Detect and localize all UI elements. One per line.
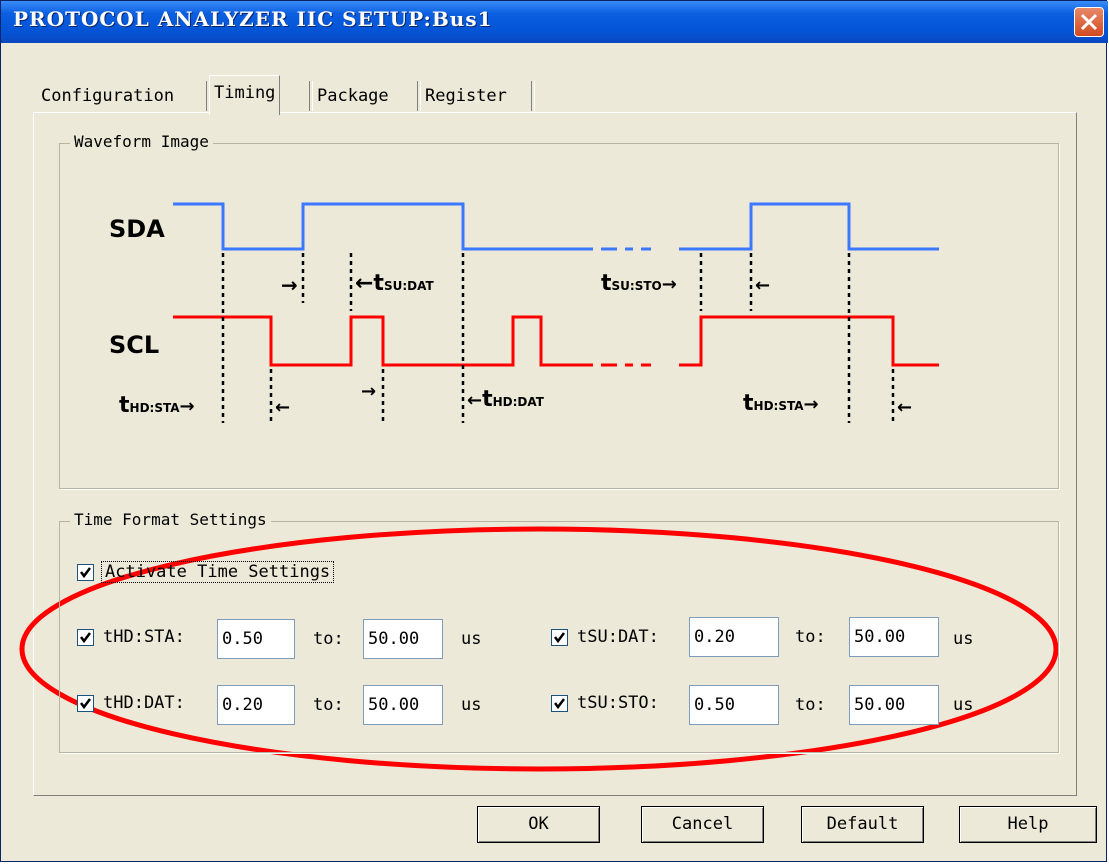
- scl-label: SCL: [109, 331, 160, 359]
- thd-sta-checkbox[interactable]: [77, 629, 94, 646]
- tab-divider: [531, 81, 535, 111]
- dat-arrow-right: →: [361, 381, 377, 402]
- window-title: PROTOCOL ANALYZER IIC SETUP:Bus1: [13, 7, 493, 31]
- t-su-dat-label: ←tSU:DAT: [355, 271, 434, 296]
- thd-dat-checkbox[interactable]: [77, 695, 94, 712]
- thd-sta-min-input[interactable]: [217, 619, 295, 659]
- tab-package[interactable]: Package: [313, 79, 393, 113]
- thd-dat-max-input[interactable]: [363, 685, 443, 725]
- tab-register[interactable]: Register: [421, 79, 511, 113]
- checkmark-icon: [554, 698, 565, 710]
- checkmark-icon: [80, 698, 91, 710]
- tsu-sto-checkbox[interactable]: [551, 695, 568, 712]
- to-label: to:: [795, 627, 826, 647]
- setup-arrow-right: →: [281, 273, 298, 297]
- tsu-dat-min-input[interactable]: [689, 617, 779, 657]
- tsu-dat-checkbox[interactable]: [551, 629, 568, 646]
- checkmark-icon: [554, 632, 565, 644]
- activate-time-settings-checkbox[interactable]: [77, 564, 94, 581]
- sto-arrow-left: ←: [755, 275, 771, 296]
- t-hd-dat-label: ←tHD:DAT: [467, 387, 544, 412]
- help-button[interactable]: Help: [959, 806, 1097, 843]
- unit-label: us: [953, 629, 974, 649]
- tsu-dat-label: tSU:DAT:: [577, 627, 659, 647]
- unit-label: us: [461, 695, 482, 715]
- to-label: to:: [313, 695, 344, 715]
- to-label: to:: [313, 629, 344, 649]
- tab-timing[interactable]: Timing: [209, 75, 281, 115]
- close-icon: [1080, 13, 1098, 31]
- checkmark-icon: [80, 567, 91, 579]
- sda-label: SDA: [109, 215, 165, 243]
- t-hd-sta-label-2: tHD:STA→: [743, 391, 819, 416]
- time-format-group-label: Time Format Settings: [70, 510, 271, 529]
- waveform-group: Waveform Image: [59, 132, 1059, 489]
- sta-arrow-left: ←: [275, 397, 291, 418]
- tsu-sto-max-input[interactable]: [849, 685, 939, 725]
- checkmark-icon: [80, 632, 91, 644]
- tsu-sto-label: tSU:STO:: [577, 693, 659, 713]
- ok-button[interactable]: OK: [477, 806, 600, 843]
- t-su-sto-label: tSU:STO→: [601, 271, 677, 296]
- dialog-window: PROTOCOL ANALYZER IIC SETUP:Bus1 Configu…: [0, 0, 1108, 862]
- final-arrow-left: ←: [897, 397, 913, 418]
- cancel-button[interactable]: Cancel: [641, 806, 764, 843]
- default-button[interactable]: Default: [801, 806, 924, 843]
- unit-label: us: [953, 695, 974, 715]
- thd-dat-min-input[interactable]: [217, 685, 295, 725]
- tsu-sto-min-input[interactable]: [689, 685, 779, 725]
- tsu-dat-max-input[interactable]: [849, 617, 939, 657]
- to-label: to:: [795, 695, 826, 715]
- thd-dat-label: tHD:DAT:: [103, 693, 185, 713]
- tab-configuration[interactable]: Configuration: [37, 79, 178, 113]
- title-bar[interactable]: PROTOCOL ANALYZER IIC SETUP:Bus1: [1, 1, 1108, 43]
- activate-time-settings-label[interactable]: Activate Time Settings: [101, 561, 335, 583]
- thd-sta-label: tHD:STA:: [103, 627, 185, 647]
- waveform-group-label: Waveform Image: [70, 132, 213, 151]
- t-hd-sta-label-1: tHD:STA→: [119, 393, 195, 418]
- unit-label: us: [461, 629, 482, 649]
- close-button[interactable]: [1074, 7, 1104, 37]
- thd-sta-max-input[interactable]: [363, 619, 443, 659]
